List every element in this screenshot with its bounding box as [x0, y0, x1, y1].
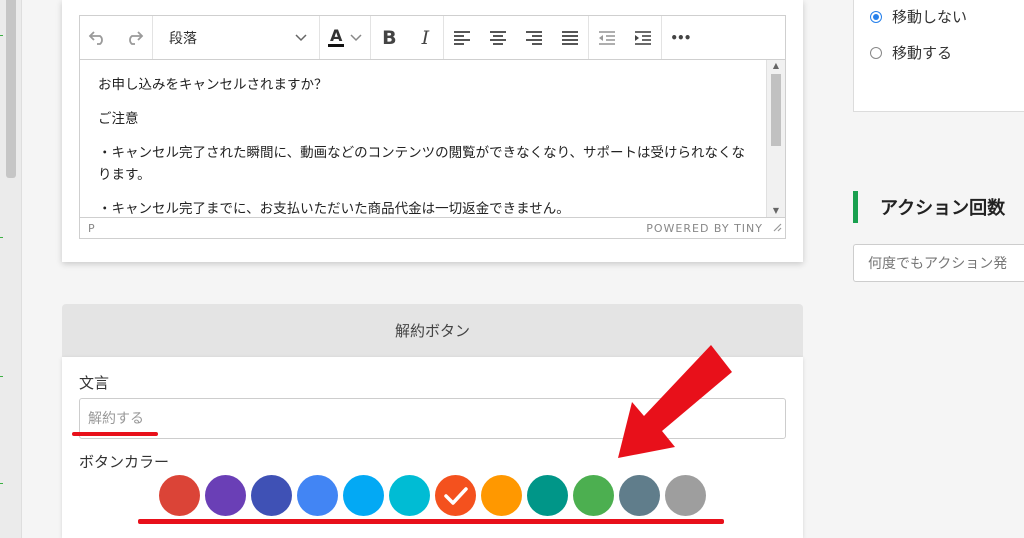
content-paragraph: お申し込みをキャンセルされますか？	[98, 77, 328, 93]
align-right-icon[interactable]	[516, 20, 552, 56]
color-swatch[interactable]	[297, 475, 338, 516]
content-paragraph: ・キャンセル完了された瞬間に、動画などのコンテンツの閲覧ができなくなり、サポート…	[98, 145, 746, 183]
color-swatch[interactable]	[573, 475, 614, 516]
tick-mark	[0, 483, 3, 484]
scroll-up-icon[interactable]: ▲	[767, 60, 785, 72]
editor-card: 段落 A B I ••• お申し込みをキャンセルされますか？ ご注意 ・キャンセ…	[62, 0, 803, 262]
indent-group	[589, 16, 663, 59]
tick-mark	[0, 35, 3, 36]
color-swatch[interactable]	[389, 475, 430, 516]
content-paragraph: ・キャンセル完了までに、お支払いただいた商品代金は一切返金できません。	[98, 201, 570, 217]
chevron-down-icon	[295, 31, 307, 45]
heading-accent-bar	[853, 191, 858, 223]
tick-mark	[0, 237, 3, 238]
color-swatch[interactable]	[205, 475, 246, 516]
wording-label: 文言	[79, 374, 110, 392]
editor-scrollbar[interactable]: ▲ ▼	[766, 60, 785, 217]
color-swatch[interactable]	[251, 475, 292, 516]
bold-icon[interactable]: B	[371, 20, 407, 56]
destination-panel: 移動しない 移動する	[853, 0, 1024, 112]
button-color-label: ボタンカラー	[79, 453, 170, 471]
left-scrollbar-thumb[interactable]	[6, 0, 16, 178]
scroll-down-icon[interactable]: ▼	[767, 205, 785, 217]
radio-option[interactable]: 移動する	[870, 42, 952, 63]
font-color-icon: A	[328, 26, 345, 47]
resize-handle-icon[interactable]	[773, 223, 782, 235]
history-group	[80, 16, 153, 59]
color-swatch[interactable]	[665, 475, 706, 516]
color-swatches	[159, 475, 706, 516]
italic-icon[interactable]: I	[407, 20, 443, 56]
font-color-button[interactable]: A	[320, 28, 370, 47]
color-group: A	[320, 16, 372, 59]
editor-content[interactable]: お申し込みをキャンセルされますか？ ご注意 ・キャンセル完了された瞬間に、動画な…	[80, 60, 766, 217]
more-icon[interactable]: •••	[662, 20, 698, 56]
element-path[interactable]: P	[88, 222, 95, 235]
color-swatch[interactable]	[527, 475, 568, 516]
radio-label: 移動しない	[892, 8, 968, 26]
more-group: •••	[662, 16, 698, 59]
annotation-underline	[72, 432, 158, 436]
outdent-icon[interactable]	[589, 20, 625, 56]
content-paragraph: ご注意	[98, 111, 139, 127]
undo-icon[interactable]	[80, 20, 116, 56]
powered-by-link[interactable]: POWERED BY TINY	[646, 222, 763, 235]
editor-statusbar: P POWERED BY TINY	[80, 217, 785, 238]
radio-option[interactable]: 移動しない	[870, 6, 967, 27]
align-group	[444, 16, 590, 59]
checkmark-icon	[444, 487, 468, 505]
action-count-title: アクション回数	[880, 198, 1006, 219]
action-count-heading: アクション回数	[853, 191, 1005, 223]
align-justify-icon[interactable]	[552, 20, 588, 56]
editor-scrollbar-thumb[interactable]	[771, 74, 781, 146]
color-swatch[interactable]	[159, 475, 200, 516]
indent-icon[interactable]	[625, 20, 661, 56]
align-left-icon[interactable]	[444, 20, 480, 56]
left-scrollbar[interactable]	[0, 0, 22, 538]
action-count-select[interactable]: 何度でもアクション発	[853, 244, 1024, 282]
redo-icon[interactable]	[116, 20, 152, 56]
color-swatch[interactable]	[481, 475, 522, 516]
format-group: B I	[371, 16, 445, 59]
block-format-label: 段落	[169, 30, 197, 47]
radio-label: 移動する	[892, 44, 953, 62]
align-center-icon[interactable]	[480, 20, 516, 56]
radio-button[interactable]	[870, 46, 882, 59]
color-swatch[interactable]	[435, 475, 476, 516]
block-format-group: 段落	[153, 16, 320, 59]
rich-text-editor: 段落 A B I ••• お申し込みをキャンセルされますか？ ご注意 ・キャンセ…	[79, 15, 786, 239]
chevron-down-icon	[350, 31, 362, 45]
tick-mark	[0, 376, 3, 377]
annotation-arrow-icon	[618, 345, 732, 458]
annotation-underline	[138, 519, 724, 524]
color-swatch[interactable]	[619, 475, 660, 516]
radio-button[interactable]	[870, 10, 882, 23]
editor-toolbar: 段落 A B I •••	[80, 16, 785, 60]
block-format-select[interactable]: 段落	[153, 16, 319, 59]
color-swatch[interactable]	[343, 475, 384, 516]
